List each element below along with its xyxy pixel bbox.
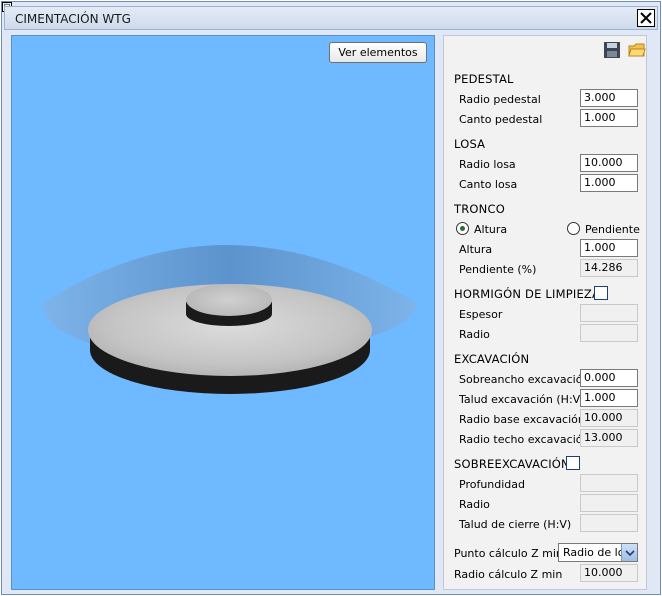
title-bar: CIMENTACIÓN WTG: [4, 6, 658, 30]
radio-pedestal-label: Radio pedestal: [459, 93, 541, 106]
espesor-input: [580, 304, 638, 322]
radio-losa-label: Radio losa: [459, 158, 516, 171]
punto-zmin-label: Punto cálculo Z min: [454, 547, 563, 560]
radio-base-label: Radio base excavación: [459, 413, 585, 426]
foundation-render: [42, 245, 418, 394]
profundidad-label: Profundidad: [459, 478, 526, 491]
hormigon-radio-input: [580, 324, 638, 342]
properties-panel: PEDESTAL Radio pedestal 3.000 Canto pede…: [443, 35, 647, 590]
altura-label: Altura: [459, 243, 493, 256]
open-folder-icon[interactable]: [628, 41, 646, 59]
talud-cierre-label: Talud de cierre (H:V): [459, 518, 572, 531]
altura-radio[interactable]: [456, 222, 469, 235]
section-sobreexcavacion: SOBREEXCAVACIÓN: [454, 457, 570, 471]
pendiente-label: Pendiente (%): [459, 263, 537, 276]
canto-pedestal-label: Canto pedestal: [459, 113, 543, 126]
close-icon: [640, 12, 652, 24]
save-disk-icon[interactable]: [603, 41, 621, 59]
window-title: CIMENTACIÓN WTG: [15, 12, 131, 26]
espesor-label: Espesor: [459, 308, 503, 321]
altura-input[interactable]: 1.000: [580, 239, 638, 257]
section-hormigon-limpieza: HORMIGÓN DE LIMPIEZA: [454, 287, 601, 301]
radio-zmin-label: Radio cálculo Z min: [454, 568, 563, 581]
radio-base-input: 10.000: [580, 409, 638, 427]
radio-techo-input: 13.000: [580, 429, 638, 447]
close-button[interactable]: [637, 9, 655, 27]
profundidad-input: [580, 474, 638, 492]
talud-excavacion-label: Talud excavación (H:V): [459, 393, 585, 406]
sobreancho-label: Sobreancho excavación: [459, 373, 590, 386]
radio-pedestal-input[interactable]: 3.000: [580, 89, 638, 107]
sobreexc-radio-input: [580, 494, 638, 512]
pedestal-top: [186, 284, 272, 316]
talud-cierre-input: [580, 514, 638, 532]
section-losa: LOSA: [454, 137, 486, 151]
3d-viewport[interactable]: Ver elementos: [11, 35, 435, 590]
pendiente-radio[interactable]: [567, 222, 580, 235]
pendiente-input: 14.286: [580, 259, 638, 277]
canto-losa-input[interactable]: 1.000: [580, 174, 638, 192]
canto-losa-label: Canto losa: [459, 178, 518, 191]
sobreancho-input[interactable]: 0.000: [580, 369, 638, 387]
punto-zmin-select[interactable]: Radio de los: [558, 543, 638, 562]
radio-zmin-input: 10.000: [580, 564, 638, 582]
pendiente-radio-label: Pendiente: [585, 223, 640, 236]
section-tronco: TRONCO: [454, 202, 505, 216]
section-excavacion: EXCAVACIÓN: [454, 352, 530, 366]
sobreexc-radio-label: Radio: [459, 498, 490, 511]
hormigon-radio-label: Radio: [459, 328, 490, 341]
window: ⊡ CIMENTACIÓN WTG: [1, 1, 661, 595]
talud-excavacion-input[interactable]: 1.000: [580, 389, 638, 407]
ver-elementos-button[interactable]: Ver elementos: [329, 42, 427, 63]
section-pedestal: PEDESTAL: [454, 72, 514, 86]
radio-losa-input[interactable]: 10.000: [580, 154, 638, 172]
chevron-down-icon[interactable]: [621, 544, 637, 561]
hormigon-checkbox[interactable]: [594, 286, 608, 300]
canto-pedestal-input[interactable]: 1.000: [580, 109, 638, 127]
altura-radio-label: Altura: [474, 223, 508, 236]
sobreexcavacion-checkbox[interactable]: [566, 456, 580, 470]
radio-techo-label: Radio techo excavación: [459, 433, 590, 446]
